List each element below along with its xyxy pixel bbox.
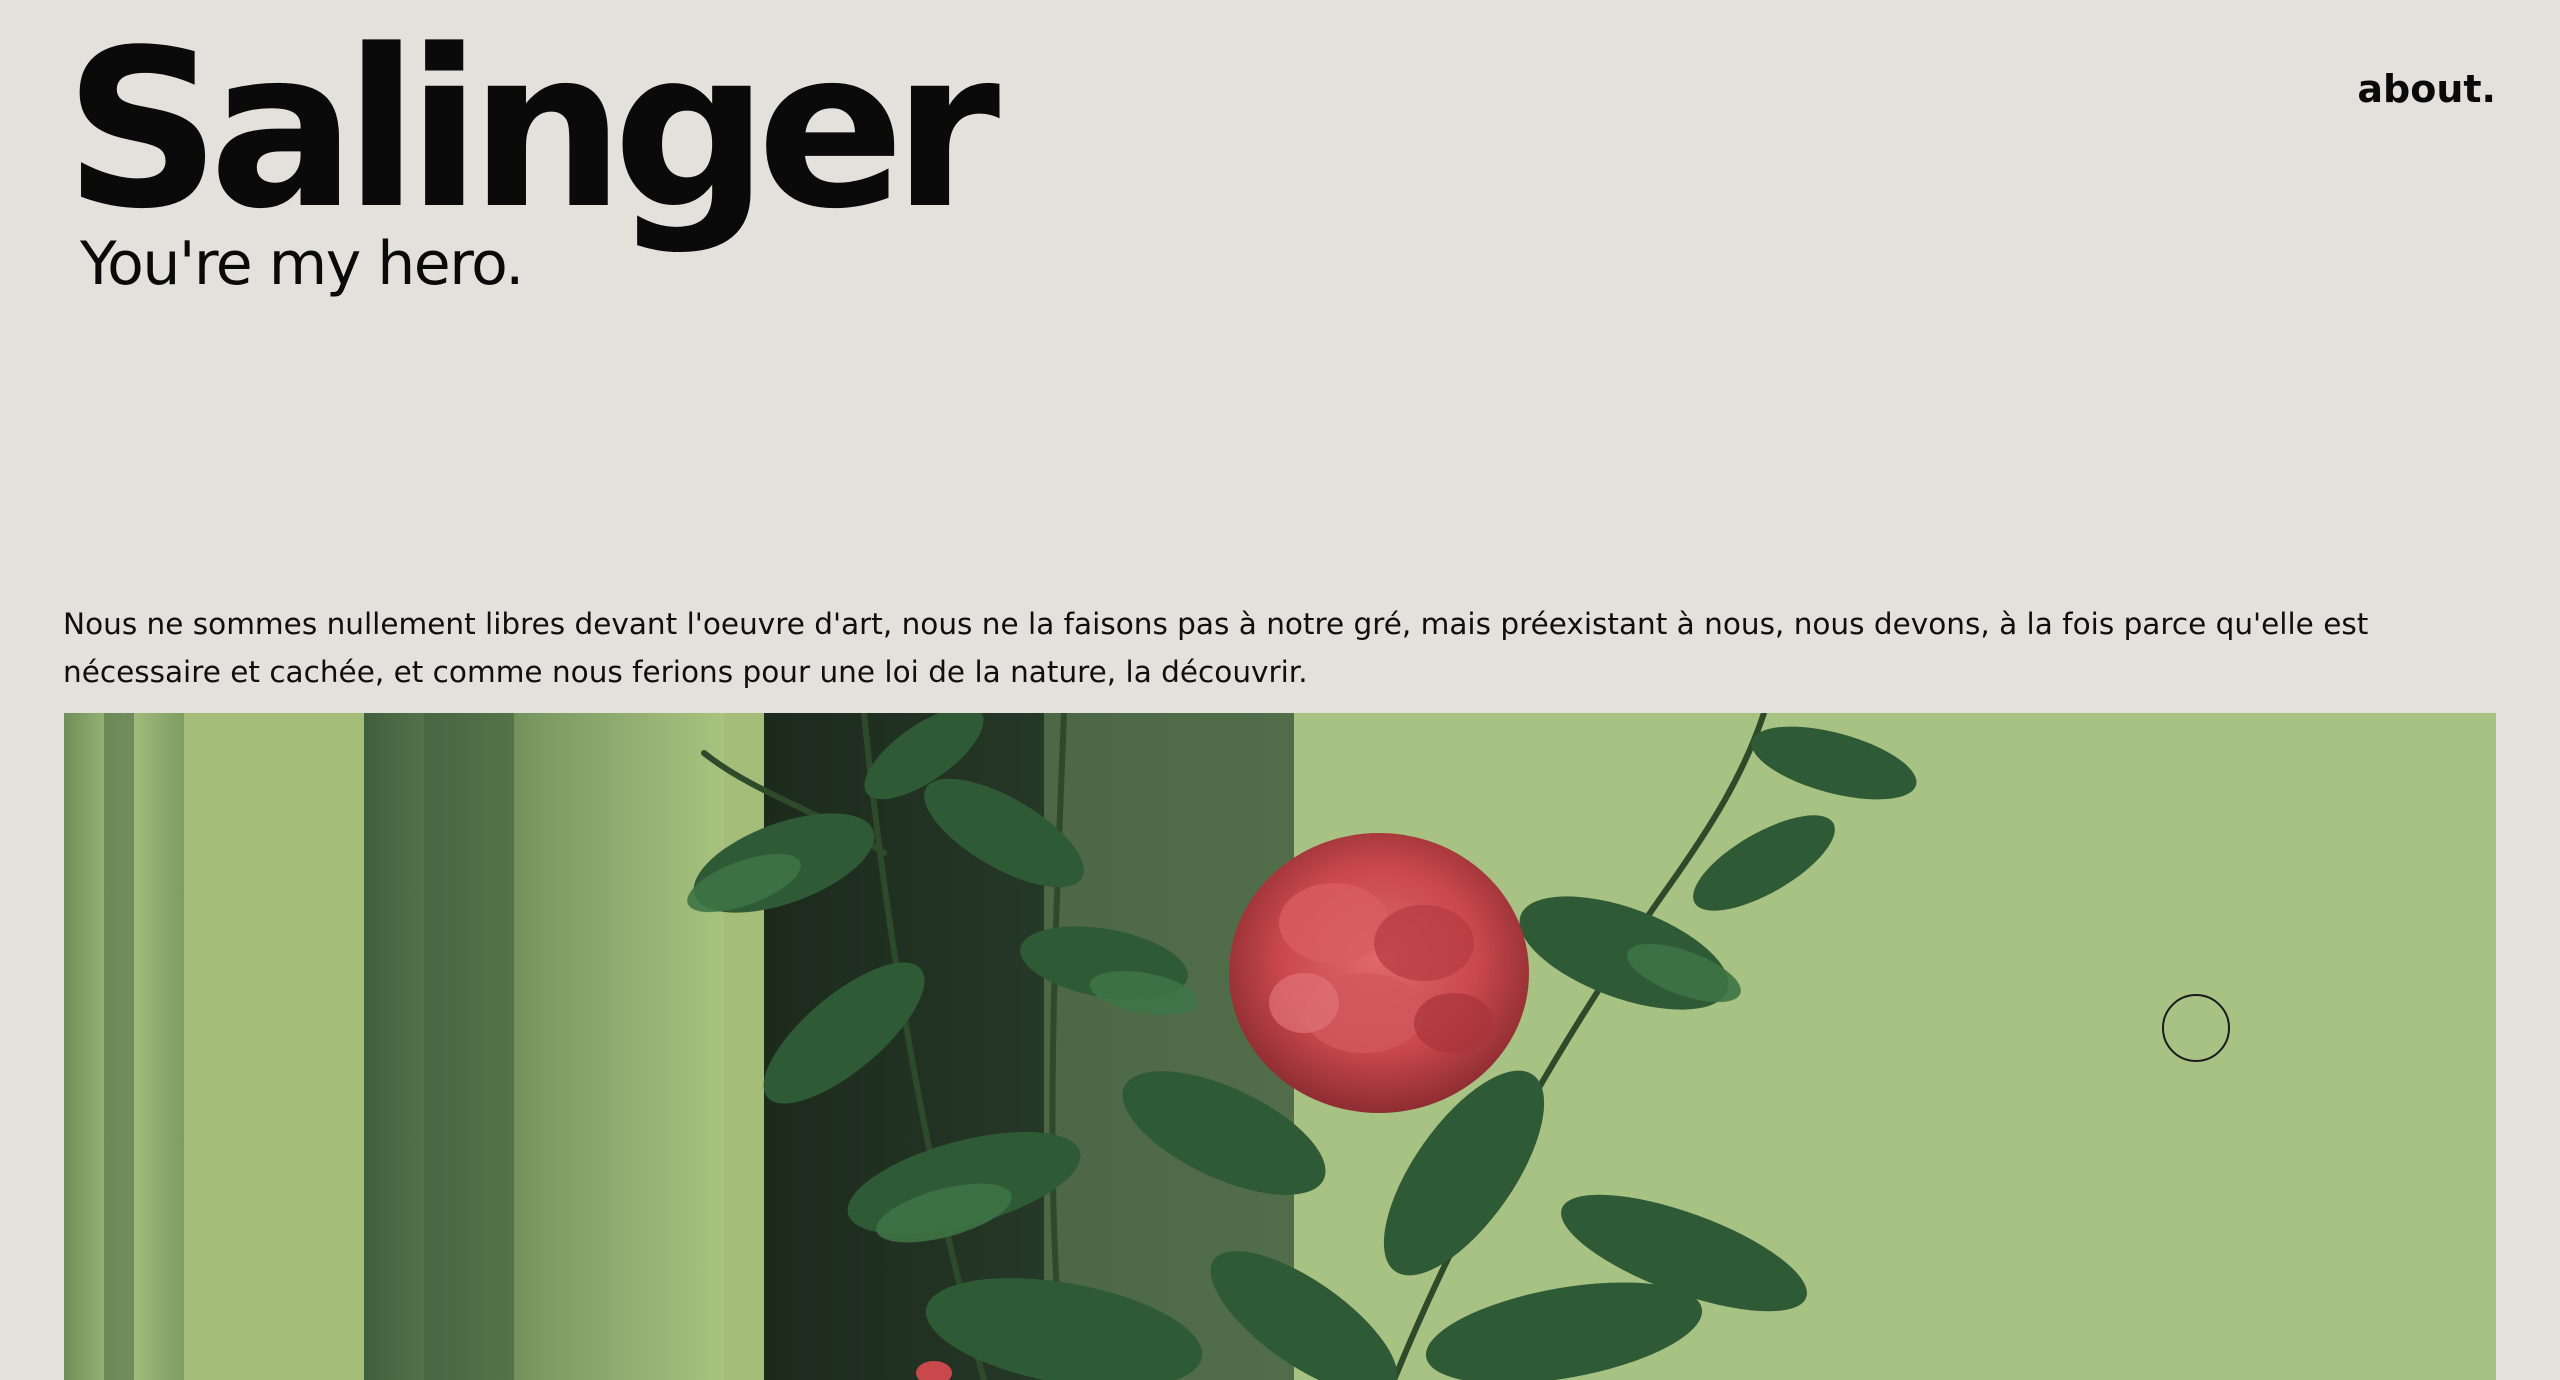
cursor-ring-icon [2162,994,2230,1062]
camellia-flower [1229,833,1529,1113]
page: Salinger You're my hero. about. Nous ne … [0,0,2560,1380]
nav-about-link[interactable]: about. [2357,70,2496,108]
site-logo-link[interactable]: Salinger You're my hero. [64,4,1000,295]
camellia-photo-illustration [64,713,2496,1380]
hero-photo [64,713,2496,1380]
site-title: Salinger [64,4,1000,257]
intro-paragraph: Nous ne sommes nullement libres devant l… [63,607,2369,689]
site-tagline: You're my hero. [80,229,524,299]
